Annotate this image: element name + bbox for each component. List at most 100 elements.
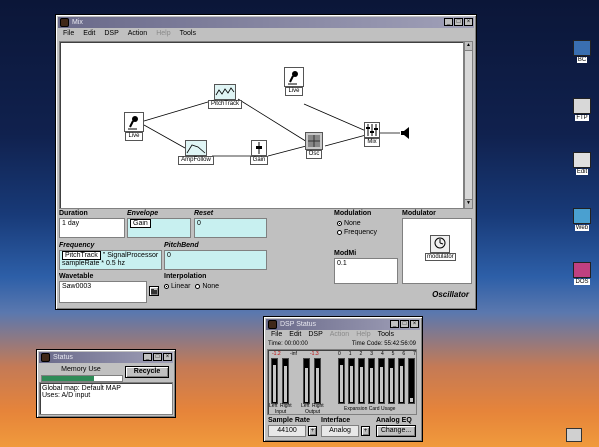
desktop-icon-dos-label: DOS	[574, 279, 590, 285]
interpolation-label: Interpolation	[164, 273, 207, 280]
dsp-menubar: File Edit DSP Action Help Tools	[266, 330, 420, 340]
node-osc-label: Osc	[305, 150, 323, 159]
signal-flow-canvas[interactable]: Live PitchTrack Live AmpFollow Gain Osc …	[59, 41, 464, 209]
node-ampfollow[interactable]: AmpFollow	[178, 140, 214, 165]
app-icon[interactable]	[60, 18, 69, 27]
status-window-titlebar[interactable]: Status _ □ ×	[39, 352, 173, 363]
menu-help[interactable]: Help	[156, 29, 170, 39]
node-live-left[interactable]: Live	[123, 112, 145, 141]
envelope-field[interactable]: Gain	[127, 218, 191, 238]
scroll-up-arrow[interactable]: ▲	[465, 42, 472, 51]
interp-none-label: None	[202, 283, 220, 290]
node-live-top-label: Live	[285, 87, 303, 96]
wavetable-label: Wavetable	[59, 273, 94, 280]
scroll-down-arrow[interactable]: ▼	[465, 199, 472, 208]
desktop-icon-web[interactable]: Web	[562, 208, 599, 231]
dsp-window-titlebar[interactable]: DSP Status _ □ ×	[266, 319, 420, 330]
minimize-button[interactable]: _	[143, 353, 152, 361]
menu-tools[interactable]: Tools	[378, 330, 394, 340]
maximize-button[interactable]: □	[400, 320, 409, 328]
folder-icon	[151, 289, 157, 294]
fader-icon	[251, 140, 267, 156]
sample-rate-field[interactable]: 44100	[268, 425, 306, 437]
analog-eq-label: Analog EQ	[376, 417, 412, 424]
menu-file[interactable]: File	[63, 29, 74, 39]
frequency-tag[interactable]: PitchTrack	[62, 251, 101, 260]
meter-input-left	[271, 358, 278, 404]
slot-number: 2	[359, 351, 363, 357]
slot-number: 3	[370, 351, 373, 357]
waveform-icon	[214, 84, 236, 100]
meter-card-5	[388, 358, 395, 404]
tray-icon[interactable]	[566, 428, 582, 442]
wavetable-field[interactable]: Saw0003	[59, 281, 147, 303]
mix-window-titlebar[interactable]: Mix _ □ ×	[58, 17, 474, 28]
modulator-slot[interactable]: modulator	[402, 218, 472, 284]
meter-output-left	[303, 358, 310, 404]
node-pitchtrack[interactable]: PitchTrack	[207, 84, 243, 109]
menu-help[interactable]: Help	[356, 330, 370, 340]
envelope-tag[interactable]: Gain	[130, 219, 151, 228]
computer-icon	[573, 40, 591, 56]
duration-field[interactable]: 1 day	[59, 218, 125, 238]
menu-dsp[interactable]: DSP	[104, 29, 118, 39]
minimize-button[interactable]: _	[390, 320, 399, 328]
frequency-field[interactable]: PitchTrack " SignalProcessor sampleRate …	[59, 250, 162, 270]
app-icon[interactable]	[41, 353, 50, 362]
mod-frequency-radio[interactable]	[337, 229, 342, 235]
menu-edit[interactable]: Edit	[289, 330, 301, 340]
close-button[interactable]: ×	[410, 320, 419, 328]
modulation-label: Modulation	[334, 210, 372, 217]
time-code: Time Code: 55:42:56:09	[351, 341, 416, 347]
clock-icon	[430, 235, 451, 253]
elapsed-time: Time: 00:00:00	[268, 341, 308, 347]
menu-tools[interactable]: Tools	[180, 29, 196, 39]
menu-file[interactable]: File	[271, 330, 282, 340]
expansion-card-label: Expansion Card Usage	[344, 406, 396, 412]
node-gain-label: Gain	[249, 156, 269, 165]
menu-edit[interactable]: Edit	[83, 29, 95, 39]
maximize-button[interactable]: □	[454, 18, 463, 26]
menu-action[interactable]: Action	[330, 330, 349, 340]
menu-dsp[interactable]: DSP	[308, 330, 322, 340]
change-button[interactable]: Change...	[376, 425, 416, 437]
interface-stepper[interactable]: +	[361, 426, 370, 436]
modmix-field[interactable]: 0.1	[334, 258, 398, 284]
maximize-button[interactable]: □	[153, 353, 162, 361]
sample-rate-stepper[interactable]: +	[308, 426, 317, 436]
menu-action[interactable]: Action	[128, 29, 147, 39]
wire-live-mix	[303, 103, 367, 132]
interp-linear-radio[interactable]	[164, 283, 169, 289]
desktop-icon-edit[interactable]: Edit	[562, 152, 599, 175]
mix-window-title: Mix	[72, 19, 83, 26]
close-button[interactable]: ×	[163, 353, 172, 361]
node-live-top[interactable]: Live	[283, 67, 305, 96]
pitchbend-field[interactable]: 0	[164, 250, 267, 270]
node-gain[interactable]: Gain	[248, 140, 270, 165]
mod-none-radio[interactable]	[337, 220, 342, 226]
desktop-icon-dos[interactable]: DOS	[562, 262, 599, 285]
close-button[interactable]: ×	[464, 18, 473, 26]
desktop-icon-bc[interactable]: BC	[562, 40, 599, 63]
modulator-node[interactable]: modulator	[425, 235, 456, 261]
memory-bar	[41, 375, 123, 382]
node-mix[interactable]: Mix	[362, 122, 382, 147]
node-pitchtrack-label: PitchTrack	[207, 100, 243, 109]
node-osc[interactable]: Osc	[303, 132, 325, 159]
pitchbend-label: PitchBend	[164, 242, 199, 249]
reset-field[interactable]: 0	[194, 218, 267, 238]
canvas-scrollbar[interactable]: ▲ ▼	[464, 41, 473, 209]
interface-field[interactable]: Analog	[321, 425, 359, 437]
frequency-line1: " SignalProcessor	[102, 252, 159, 259]
desktop-icon-ftp[interactable]: FTP	[562, 98, 599, 121]
minimize-button[interactable]: _	[444, 18, 453, 26]
app-icon[interactable]	[268, 320, 277, 329]
recycle-button[interactable]: Recycle	[125, 366, 169, 378]
meter-fill	[380, 366, 383, 402]
slot-number: 4	[380, 351, 384, 357]
interp-none-radio[interactable]	[195, 283, 201, 289]
memory-use-label: Memory Use	[61, 366, 101, 373]
oscillator-icon	[305, 132, 323, 150]
wavetable-browse-button[interactable]	[149, 286, 159, 296]
dsp-window-title: DSP Status	[280, 321, 317, 328]
